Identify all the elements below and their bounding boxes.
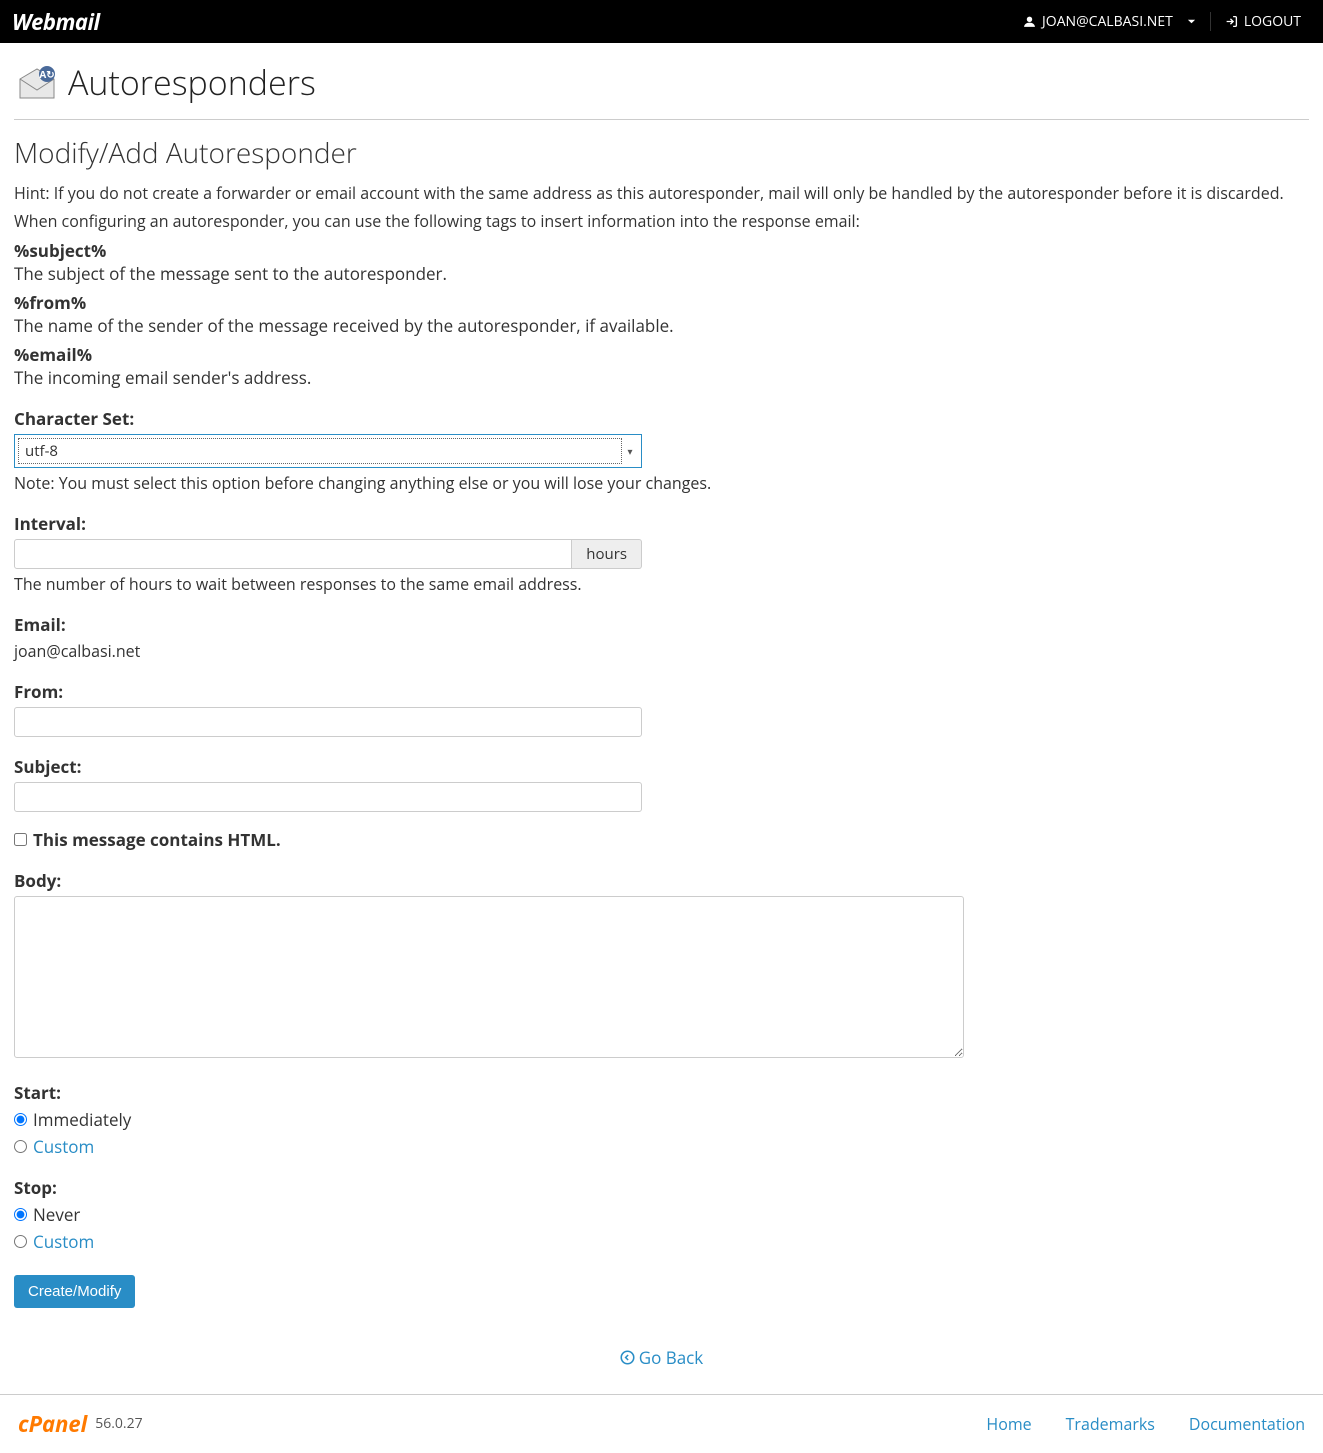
start-immediately-row: Immediately xyxy=(14,1108,1309,1131)
html-checkbox-row: This message contains HTML. xyxy=(14,828,1309,851)
interval-unit: hours xyxy=(572,539,642,569)
tag-email-label: %email% xyxy=(14,343,1309,366)
from-group: From: xyxy=(14,680,1309,737)
interval-group: Interval: hours The number of hours to w… xyxy=(14,512,1309,595)
go-back-link[interactable]: Go Back xyxy=(620,1346,704,1369)
top-header: Webmail JOAN@CALBASI.NET LOGOUT xyxy=(0,0,1323,43)
go-back-icon xyxy=(620,1350,635,1365)
email-value: joan@calbasi.net xyxy=(14,640,1309,662)
footer-trademarks-link[interactable]: Trademarks xyxy=(1066,1413,1155,1435)
user-badge[interactable]: JOAN@CALBASI.NET xyxy=(1013,12,1206,31)
from-label: From: xyxy=(14,680,1309,703)
go-back-row: Go Back xyxy=(14,1346,1309,1370)
logout-icon xyxy=(1225,15,1238,28)
stop-never-label: Never xyxy=(33,1203,80,1226)
hint-text: Hint: If you do not create a forwarder o… xyxy=(14,182,1309,204)
body-textarea[interactable] xyxy=(14,896,964,1058)
go-back-label: Go Back xyxy=(639,1346,704,1369)
stop-custom-row: Custom xyxy=(14,1230,1309,1253)
stop-label: Stop: xyxy=(14,1176,1309,1199)
footer-right: Home Trademarks Documentation xyxy=(986,1413,1305,1435)
stop-custom-radio[interactable] xyxy=(14,1235,27,1248)
footer: cPanel 56.0.27 Home Trademarks Documenta… xyxy=(0,1394,1323,1453)
start-custom-radio[interactable] xyxy=(14,1140,27,1153)
stop-never-row: Never xyxy=(14,1203,1309,1226)
tag-subject-desc: The subject of the message sent to the a… xyxy=(14,262,1309,285)
subject-label: Subject: xyxy=(14,755,1309,778)
tag-email-desc: The incoming email sender's address. xyxy=(14,366,1309,389)
user-email: JOAN@CALBASI.NET xyxy=(1042,12,1173,31)
body-group: Body: xyxy=(14,869,1309,1063)
webmail-logo: Webmail xyxy=(12,7,100,37)
charset-value: utf-8 xyxy=(18,438,622,464)
select-arrow-icon: ▾ xyxy=(622,444,638,458)
stop-custom-link[interactable]: Custom xyxy=(33,1230,94,1253)
email-group: Email: joan@calbasi.net xyxy=(14,613,1309,662)
create-modify-button[interactable]: Create/Modify xyxy=(14,1275,135,1308)
stop-group: Stop: Never Custom xyxy=(14,1176,1309,1253)
interval-help: The number of hours to wait between resp… xyxy=(14,573,1309,595)
subject-group: Subject: xyxy=(14,755,1309,812)
page-title: Autoresponders xyxy=(68,59,316,105)
start-immediately-label: Immediately xyxy=(33,1108,131,1131)
start-custom-link[interactable]: Custom xyxy=(33,1135,94,1158)
footer-home-link[interactable]: Home xyxy=(986,1413,1031,1435)
interval-input-group: hours xyxy=(14,539,642,569)
cpanel-logo: cPanel xyxy=(18,1409,87,1439)
content: A↻ Autoresponders Modify/Add Autorespond… xyxy=(0,43,1323,1394)
charset-select[interactable]: utf-8 ▾ xyxy=(14,434,642,468)
charset-note: Note: You must select this option before… xyxy=(14,472,1309,494)
user-icon xyxy=(1023,15,1036,28)
footer-left: cPanel 56.0.27 xyxy=(18,1409,143,1439)
start-label: Start: xyxy=(14,1081,1309,1104)
tag-subject-label: %subject% xyxy=(14,239,1309,262)
autoresponder-icon: A↻ xyxy=(14,64,60,100)
html-checkbox-label: This message contains HTML. xyxy=(33,828,281,851)
logout-label: LOGOUT xyxy=(1244,12,1301,31)
svg-text:A↻: A↻ xyxy=(39,67,54,81)
tag-from-label: %from% xyxy=(14,291,1309,314)
version-text: 56.0.27 xyxy=(95,1414,142,1433)
tags-intro: When configuring an autoresponder, you c… xyxy=(14,210,1309,232)
logout-button[interactable]: LOGOUT xyxy=(1210,12,1311,31)
start-custom-row: Custom xyxy=(14,1135,1309,1158)
page-title-row: A↻ Autoresponders xyxy=(14,59,1309,105)
start-immediately-radio[interactable] xyxy=(14,1113,27,1126)
interval-input[interactable] xyxy=(14,539,572,569)
subject-input[interactable] xyxy=(14,782,642,812)
tag-from-desc: The name of the sender of the message re… xyxy=(14,314,1309,337)
charset-label: Character Set: xyxy=(14,407,1309,430)
user-caret-icon[interactable] xyxy=(1187,17,1196,26)
html-checkbox[interactable] xyxy=(14,833,27,846)
section-title: Modify/Add Autoresponder xyxy=(14,134,1309,172)
divider xyxy=(14,119,1309,120)
header-right: JOAN@CALBASI.NET LOGOUT xyxy=(1013,12,1311,31)
start-group: Start: Immediately Custom xyxy=(14,1081,1309,1158)
stop-never-radio[interactable] xyxy=(14,1208,27,1221)
email-label: Email: xyxy=(14,613,1309,636)
body-label: Body: xyxy=(14,869,1309,892)
interval-label: Interval: xyxy=(14,512,1309,535)
from-input[interactable] xyxy=(14,707,642,737)
charset-group: Character Set: utf-8 ▾ Note: You must se… xyxy=(14,407,1309,494)
footer-documentation-link[interactable]: Documentation xyxy=(1189,1413,1305,1435)
